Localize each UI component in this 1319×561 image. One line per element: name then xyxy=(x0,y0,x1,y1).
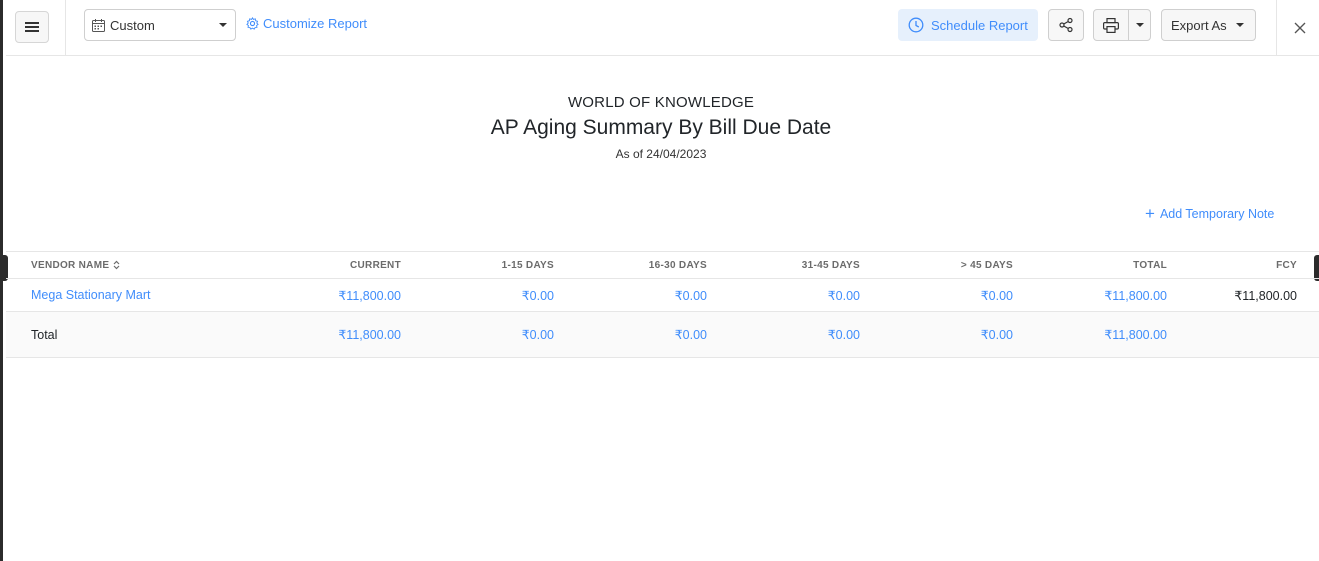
grand-total-link[interactable]: ₹11,800.00 xyxy=(1016,312,1167,357)
total-1-15-days-link[interactable]: ₹0.00 xyxy=(404,312,554,357)
total-fcy xyxy=(1176,312,1297,357)
print-button-group xyxy=(1093,9,1151,41)
date-range-select[interactable]: Custom xyxy=(84,9,236,41)
days-1-15-amount-link[interactable]: ₹0.00 xyxy=(404,279,554,311)
total-over-45-days-link[interactable]: ₹0.00 xyxy=(863,312,1013,357)
customize-report-label: Customize Report xyxy=(263,16,368,31)
column-header-total: TOTAL xyxy=(1133,259,1167,271)
chevron-down-icon xyxy=(1235,23,1244,27)
menu-icon xyxy=(25,22,39,32)
days-31-45-amount-link[interactable]: ₹0.00 xyxy=(710,279,860,311)
column-header-1-15-days: 1-15 DAYS xyxy=(501,259,554,271)
column-header-vendor-name[interactable]: VENDOR NAME xyxy=(31,252,231,278)
total-row: Total ₹11,800.00 ₹0.00 ₹0.00 ₹0.00 ₹0.00… xyxy=(6,312,1319,358)
gear-icon xyxy=(246,17,259,30)
table-row: Mega Stationary Mart ₹11,800.00 ₹0.00 ₹0… xyxy=(6,279,1319,312)
clock-icon xyxy=(908,17,924,33)
print-options-dropdown[interactable] xyxy=(1129,10,1150,40)
add-temporary-note-label: Add Temporary Note xyxy=(1159,207,1275,221)
share-icon xyxy=(1059,17,1073,33)
fcy-amount: ₹11,800.00 xyxy=(1234,288,1297,303)
printer-icon xyxy=(1103,17,1119,33)
add-temporary-note-link[interactable]: + Add Temporary Note xyxy=(1145,204,1275,223)
close-button[interactable] xyxy=(1276,0,1319,55)
column-header-fcy: FCY xyxy=(1276,259,1297,271)
close-icon xyxy=(1294,22,1305,33)
days-over-45-amount-link[interactable]: ₹0.00 xyxy=(863,279,1013,311)
share-button[interactable] xyxy=(1048,9,1084,41)
current-amount-link[interactable]: ₹11,800.00 xyxy=(251,279,401,311)
report-title: AP Aging Summary By Bill Due Date xyxy=(490,116,832,139)
plus-icon: + xyxy=(1145,204,1155,223)
schedule-report-label: Schedule Report xyxy=(931,17,1028,33)
organization-name: WORLD OF KNOWLEDGE xyxy=(567,94,755,111)
table-header: VENDOR NAME CURRENT 1-15 DAYS 16-30 DAYS… xyxy=(6,251,1319,279)
customize-report-link[interactable]: Customize Report xyxy=(246,16,367,31)
chevron-down-icon xyxy=(219,23,227,27)
export-as-button[interactable]: Export As xyxy=(1161,9,1256,41)
column-header-label: VENDOR NAME xyxy=(31,259,110,271)
total-amount-link[interactable]: ₹11,800.00 xyxy=(1016,279,1167,311)
column-header-over-45-days: > 45 DAYS xyxy=(960,259,1013,271)
total-31-45-days-link[interactable]: ₹0.00 xyxy=(710,312,860,357)
export-as-label: Export As xyxy=(1171,17,1227,33)
total-current-link[interactable]: ₹11,800.00 xyxy=(251,312,401,357)
chevron-down-icon xyxy=(1135,23,1144,27)
aging-summary-table: VENDOR NAME CURRENT 1-15 DAYS 16-30 DAYS… xyxy=(6,251,1319,358)
toolbar: Custom Customize Report Schedule Report xyxy=(6,0,1319,56)
vendor-name-link[interactable]: Mega Stationary Mart xyxy=(31,279,231,311)
total-label: Total xyxy=(31,327,58,342)
column-header-31-45-days: 31-45 DAYS xyxy=(801,259,860,271)
menu-cell xyxy=(6,0,66,55)
schedule-report-button[interactable]: Schedule Report xyxy=(898,9,1038,41)
days-16-30-amount-link[interactable]: ₹0.00 xyxy=(557,279,707,311)
menu-button[interactable] xyxy=(15,11,49,43)
column-header-16-30-days: 16-30 DAYS xyxy=(648,259,707,271)
sort-icon xyxy=(113,260,120,270)
print-button[interactable] xyxy=(1094,10,1129,40)
report-window: Custom Customize Report Schedule Report xyxy=(0,0,1319,561)
report-date: As of 24/04/2023 xyxy=(615,147,707,161)
total-16-30-days-link[interactable]: ₹0.00 xyxy=(557,312,707,357)
date-range-value: Custom xyxy=(110,17,155,33)
report-header: WORLD OF KNOWLEDGE AP Aging Summary By B… xyxy=(6,94,1316,161)
calendar-icon xyxy=(92,18,105,32)
column-header-current: CURRENT xyxy=(350,259,401,271)
